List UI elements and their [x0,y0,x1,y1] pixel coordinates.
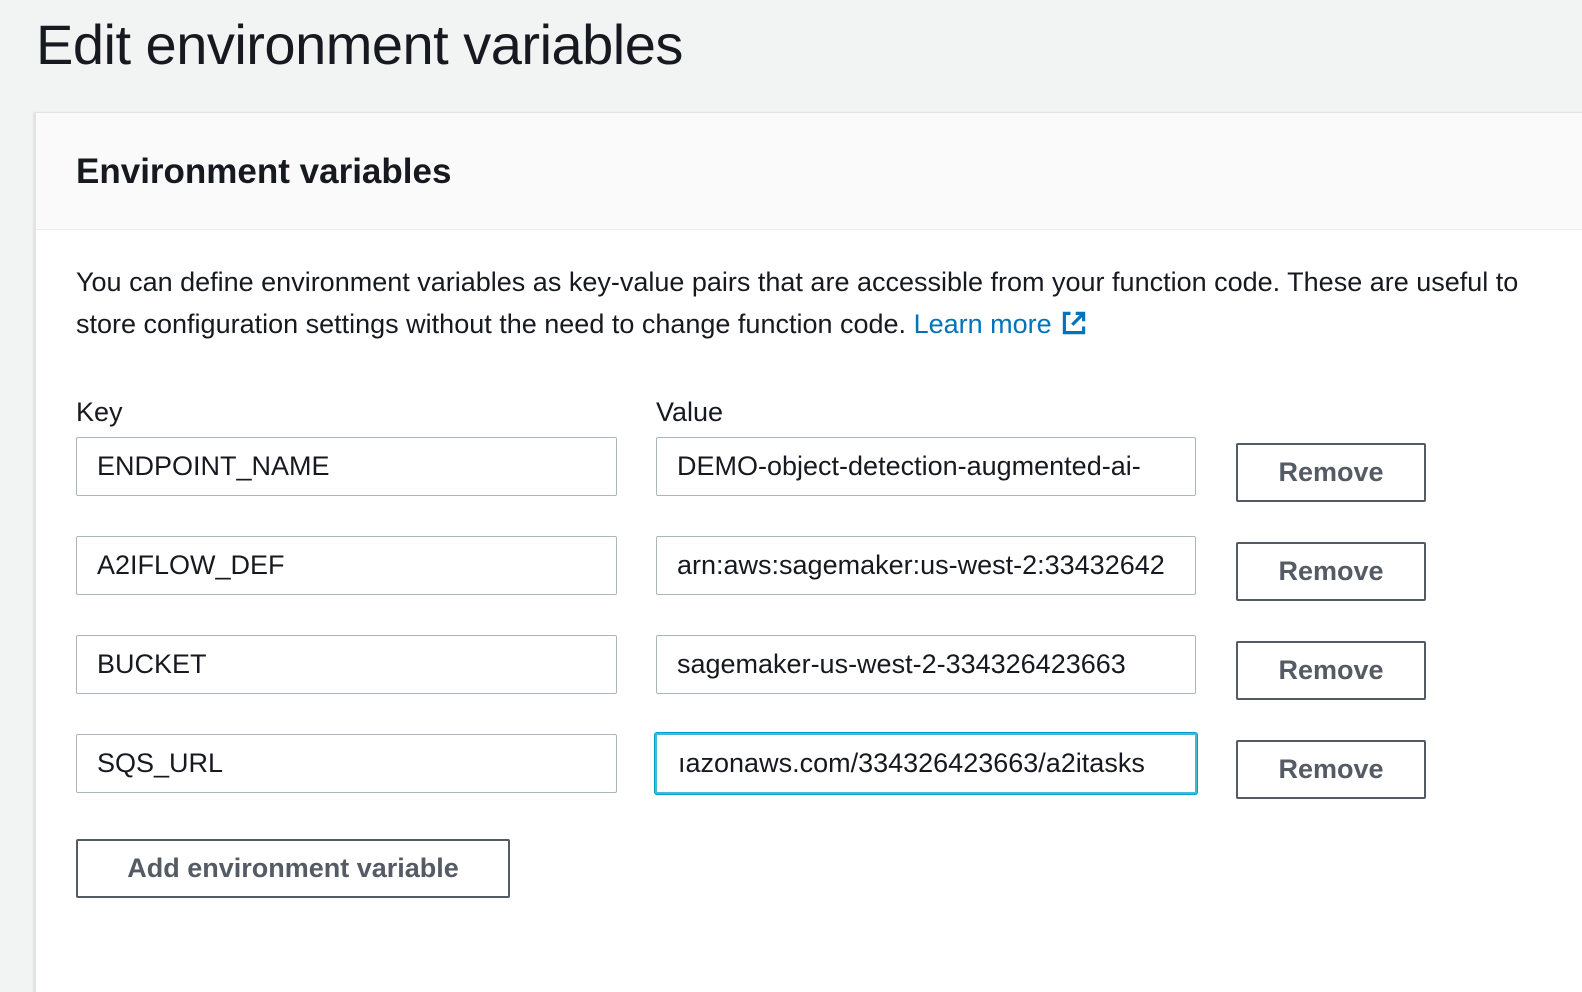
key-column-label: Key [76,397,123,427]
add-environment-variable-button[interactable]: Add environment variable [76,839,510,898]
description-line-2: store configuration settings without the… [76,303,1582,345]
remove-button[interactable]: Remove [1236,740,1426,799]
panel-title: Environment variables [76,152,452,191]
env-variable-row: Remove [76,536,1476,601]
external-link-icon [1062,311,1085,335]
value-input[interactable] [656,536,1196,595]
remove-button[interactable]: Remove [1236,641,1426,700]
value-column-label: Value [656,397,724,427]
description-line-1: You can define environment variables as … [76,267,1519,297]
remove-button[interactable]: Remove [1236,443,1426,502]
description-line-2-text: store configuration settings without the… [76,309,907,339]
env-variable-row: Remove [76,635,1476,700]
value-input-focused[interactable] [655,733,1197,794]
key-input[interactable] [76,437,617,496]
env-variable-row: Remove [76,437,1476,502]
learn-more-link[interactable]: Learn more [914,309,1088,339]
key-input[interactable] [76,536,617,595]
panel-description: You can define environment variables as … [76,261,1582,345]
remove-button[interactable]: Remove [1236,542,1426,601]
value-input[interactable] [656,437,1196,496]
key-input[interactable] [76,635,617,694]
environment-variables-panel: Environment variables You can define env… [34,112,1582,992]
key-input[interactable] [76,734,617,793]
page-title: Edit environment variables [36,13,683,76]
panel-header: Environment variables [36,113,1582,230]
learn-more-label: Learn more [913,309,1052,339]
value-input[interactable] [656,635,1196,694]
env-variable-row: Remove [76,733,1476,799]
